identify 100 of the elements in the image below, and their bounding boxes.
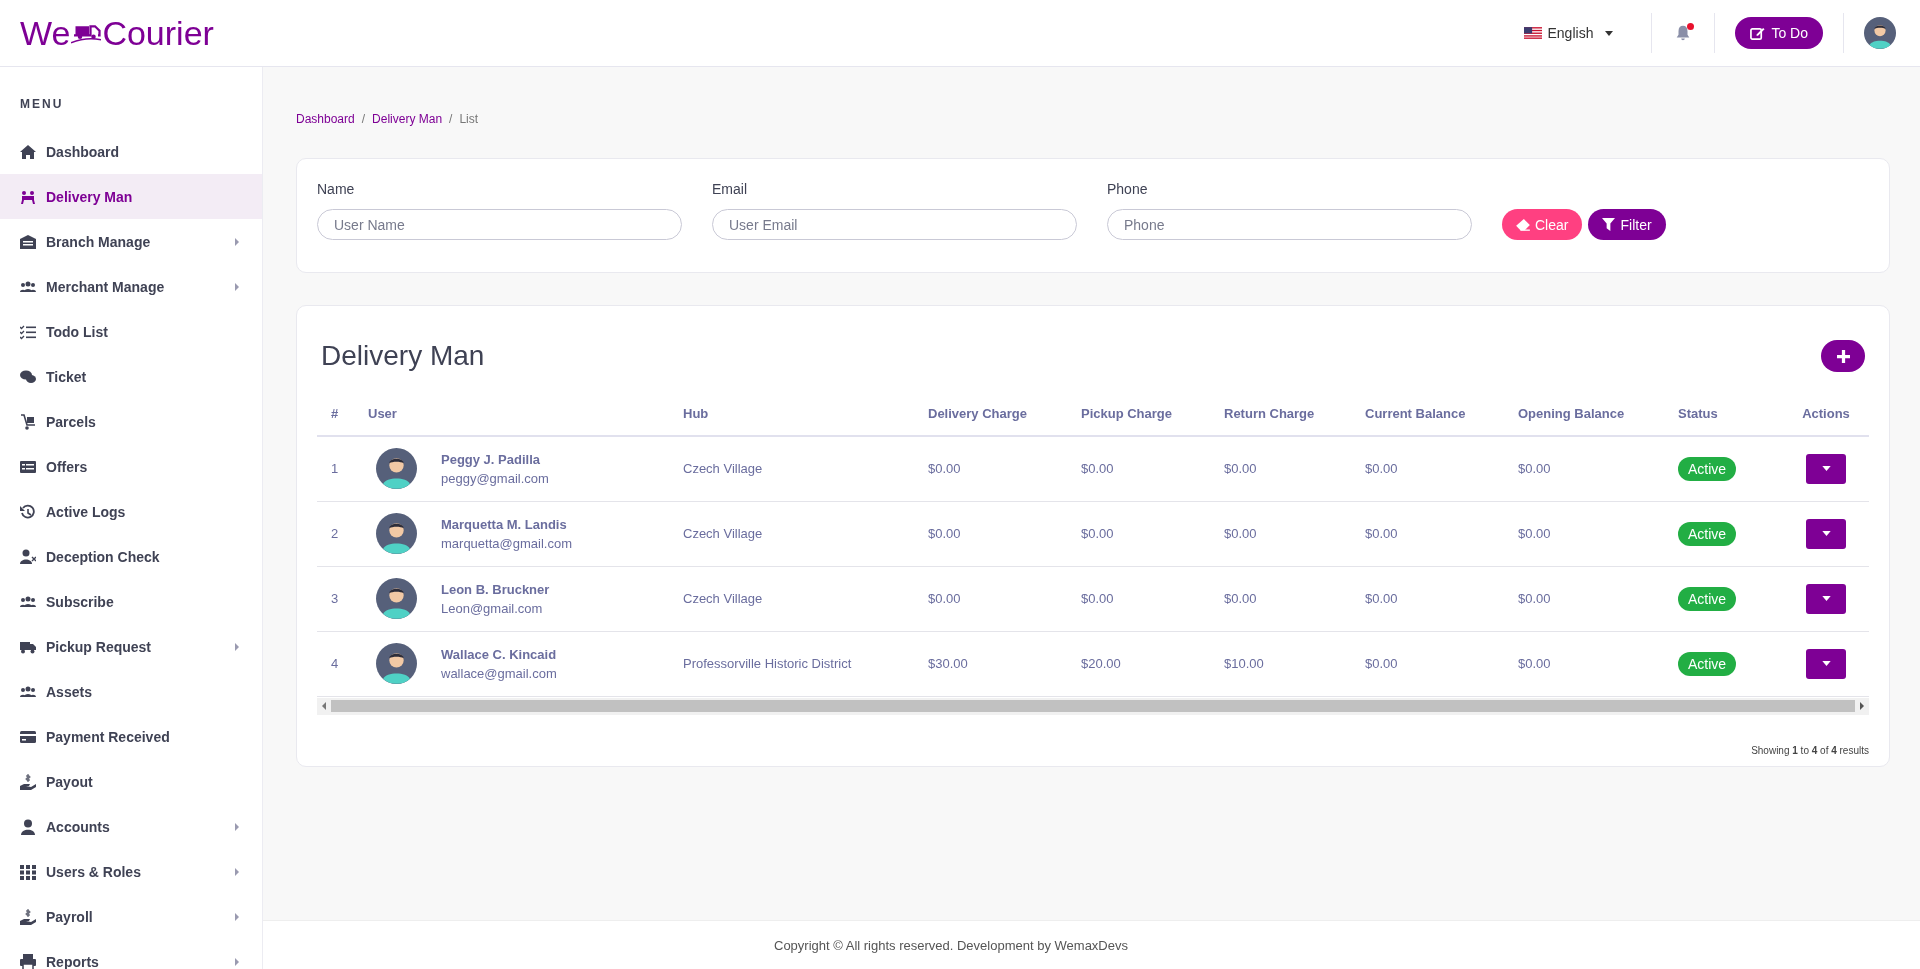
- people-icon: [20, 188, 36, 205]
- hand-truck-icon: [20, 413, 36, 430]
- table-cell: 1: [317, 436, 360, 501]
- column-header: Delivery Charge: [920, 392, 1073, 436]
- table-cell: Czech Village: [675, 501, 920, 566]
- sidebar-item[interactable]: Subscribe: [0, 579, 262, 624]
- sidebar-item[interactable]: Parcels: [0, 399, 262, 444]
- caret-icon: [1821, 466, 1831, 472]
- table-cell: $0.00: [1510, 631, 1670, 696]
- home-icon: [20, 143, 36, 160]
- sidebar-item[interactable]: Delivery Man: [0, 174, 262, 219]
- table-cell: $0.00: [1073, 501, 1216, 566]
- sidebar-item[interactable]: Payment Received: [0, 714, 262, 759]
- column-header: Pickup Charge: [1073, 392, 1216, 436]
- user-email: wallace@gmail.com: [441, 665, 557, 681]
- sidebar-item[interactable]: Pickup Request: [0, 624, 262, 669]
- table-cell: $0.00: [1357, 436, 1510, 501]
- user-avatar[interactable]: [1864, 17, 1896, 49]
- sidebar-item[interactable]: Accounts: [0, 804, 262, 849]
- horizontal-scrollbar[interactable]: [317, 697, 1869, 715]
- table-cell: $10.00: [1216, 631, 1357, 696]
- sidebar-item[interactable]: Payout: [0, 759, 262, 804]
- caret-icon: [1821, 531, 1831, 536]
- avatar-icon: [376, 448, 417, 490]
- sidebar-item[interactable]: Users & Roles: [0, 849, 262, 894]
- table-cell: $20.00: [1073, 631, 1216, 696]
- field-label: Phone: [1107, 181, 1149, 197]
- table-cell: 4: [317, 631, 360, 696]
- table-cell: $0.00: [1510, 436, 1670, 501]
- eraser-icon: [1516, 218, 1530, 231]
- sidebar-item[interactable]: Branch Manage: [0, 219, 262, 264]
- breadcrumb-separator: /: [449, 112, 453, 126]
- table-cell: $0.00: [1510, 501, 1670, 566]
- status-badge: Active: [1678, 651, 1737, 676]
- add-button[interactable]: [1821, 340, 1865, 372]
- credit-card-icon: [20, 728, 36, 745]
- sidebar-item[interactable]: Todo List: [0, 309, 262, 354]
- filter-button[interactable]: Filter: [1588, 209, 1666, 240]
- actions-dropdown-button[interactable]: [1806, 583, 1846, 614]
- caret-icon: [1821, 596, 1831, 601]
- us-flag-icon: [1523, 27, 1542, 39]
- table-cell: $30.00: [920, 631, 1073, 696]
- table-cell: $0.00: [1216, 566, 1357, 631]
- table-cell: $0.00: [1073, 436, 1216, 501]
- table-cell: 2: [317, 501, 360, 566]
- field-label: Email: [712, 181, 748, 197]
- table-cell: Professorville Historic District: [675, 631, 920, 696]
- todo-button[interactable]: To Do: [1735, 17, 1823, 49]
- caret-icon: [1605, 30, 1614, 36]
- list-card-icon: [20, 458, 36, 475]
- user-email: Leon@gmail.com: [441, 600, 544, 616]
- sidebar-item[interactable]: Reports: [0, 939, 262, 969]
- table-cell: 3: [317, 566, 360, 631]
- user-remove-icon: [20, 548, 36, 565]
- table-title: Delivery Man: [321, 340, 485, 372]
- copyright-text: Copyright © All rights reserved. Development by WemaxDevs: [774, 937, 1128, 953]
- pagination-info: Showing 1 to 4 of 4 results: [1750, 743, 1869, 756]
- table-cell: Czech Village: [675, 436, 920, 501]
- breadcrumb-item[interactable]: Delivery Man: [372, 112, 443, 126]
- sidebar-item[interactable]: Ticket: [0, 354, 262, 399]
- logo[interactable]: We Courier: [20, 13, 214, 53]
- language-dropdown[interactable]: English: [1517, 24, 1620, 42]
- history-icon: [20, 503, 36, 520]
- sidebar-item[interactable]: Payroll: [0, 894, 262, 939]
- input-field[interactable]: User Name: [317, 209, 682, 240]
- sidebar-item[interactable]: Offers: [0, 444, 262, 489]
- sidebar-item[interactable]: Active Logs: [0, 489, 262, 534]
- menu-heading: MENU: [19, 97, 65, 113]
- column-header: Return Charge: [1216, 392, 1357, 436]
- warehouse-icon: [20, 233, 36, 250]
- table-cell: $0.00: [920, 501, 1073, 566]
- column-header: Opening Balance: [1510, 392, 1670, 436]
- actions-dropdown-button[interactable]: [1806, 453, 1846, 484]
- filter-icon: [1602, 218, 1616, 231]
- plus-icon: [1836, 349, 1850, 363]
- table-cell: $0.00: [1510, 566, 1670, 631]
- breadcrumb-item[interactable]: Dashboard: [296, 112, 355, 126]
- sidebar-item[interactable]: Deception Check: [0, 534, 262, 579]
- table-cell: $0.00: [1073, 566, 1216, 631]
- sidebar-item[interactable]: Merchant Manage: [0, 264, 262, 309]
- hand-dollar-icon: [20, 773, 36, 790]
- avatar-icon: [376, 643, 417, 684]
- actions-dropdown-button[interactable]: [1806, 518, 1846, 549]
- user-email: marquetta@gmail.com: [441, 535, 572, 551]
- actions-dropdown-button[interactable]: [1806, 648, 1846, 679]
- table-cell: Czech Village: [675, 566, 920, 631]
- user-email: peggy@gmail.com: [441, 470, 549, 486]
- table-cell: $0.00: [1216, 501, 1357, 566]
- input-field[interactable]: User Email: [712, 209, 1077, 240]
- user-name: Marquetta M. Landis: [441, 516, 568, 532]
- input-field[interactable]: Phone: [1107, 209, 1472, 240]
- status-badge: Active: [1678, 521, 1737, 546]
- column-header: Status: [1670, 392, 1783, 436]
- column-header: Actions: [1783, 392, 1869, 436]
- column-header: User: [360, 392, 675, 436]
- user-name: Leon B. Bruckner: [441, 581, 550, 597]
- sidebar-item[interactable]: Dashboard: [0, 129, 262, 174]
- breadcrumb-separator: /: [361, 112, 366, 126]
- sidebar-item[interactable]: Assets: [0, 669, 262, 714]
- user-name: Peggy J. Padilla: [441, 451, 541, 467]
